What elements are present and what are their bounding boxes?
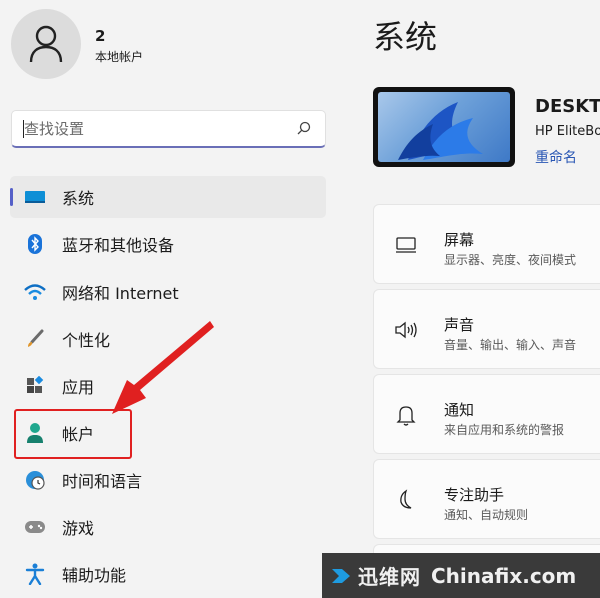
card-title: 专注助手 [444,486,505,504]
search-input[interactable] [24,119,284,139]
card-subtitle: 来自应用和系统的警报 [444,423,565,437]
display-icon [24,186,46,208]
sidebar-item-label: 辅助功能 [62,566,127,585]
chinafix-logo-icon [332,568,350,583]
settings-card-notifications[interactable]: 通知 来自应用和系统的警报 [373,374,600,454]
apps-icon [24,375,46,397]
sidebar-item-gaming[interactable]: 游戏 [10,506,326,548]
rename-link[interactable]: 重命名 [535,147,577,167]
card-subtitle: 音量、输出、输入、声音 [444,338,577,352]
sidebar-item-time-language[interactable]: 时间和语言 [10,459,326,501]
card-title: 屏幕 [444,231,475,249]
watermark: 迅维网 Chinafix.com [322,553,600,598]
windows-bloom-icon [398,102,483,160]
user-name: 2 [95,27,106,45]
speaker-icon [394,318,418,342]
active-indicator [10,188,13,206]
sidebar-item-system[interactable]: 系统 [10,176,326,218]
globe-clock-icon [24,469,46,491]
settings-card-focus-assist[interactable]: 专注助手 通知、自动规则 [373,459,600,539]
sidebar-item-network[interactable]: 网络和 Internet [10,271,326,313]
sidebar-item-bluetooth[interactable]: 蓝牙和其他设备 [10,223,326,265]
page-title: 系统 [373,18,438,56]
wifi-icon [24,281,46,303]
accessibility-icon [24,563,46,585]
settings-card-sound[interactable]: 声音 音量、输出、输入、声音 [373,289,600,369]
sidebar-item-label: 网络和 Internet [62,284,179,303]
annotation-arrow-icon [112,321,214,414]
card-title: 通知 [444,401,475,419]
avatar[interactable] [11,9,81,79]
settings-card-display[interactable]: 屏幕 显示器、亮度、夜间模式 [373,204,600,284]
account-type: 本地帐户 [95,50,144,64]
moon-icon [394,488,418,512]
search-icon[interactable] [297,121,311,135]
card-subtitle: 通知、自动规则 [444,508,529,522]
brush-icon [24,328,46,350]
card-subtitle: 显示器、亮度、夜间模式 [444,253,577,267]
watermark-cn: 迅维网 [358,565,421,589]
bell-icon [394,403,418,427]
watermark-en: Chinafix.com [431,563,577,588]
sidebar-item-label: 游戏 [62,519,95,538]
gamepad-icon [24,516,46,538]
device-name: DESKTO [535,96,600,117]
sidebar-item-label: 时间和语言 [62,472,143,491]
device-thumbnail [373,87,515,167]
card-title: 声音 [444,316,475,334]
device-model: HP EliteBo [535,124,600,139]
user-icon [29,25,63,63]
monitor-icon [394,233,418,257]
search-box[interactable] [11,110,326,148]
sidebar-item-label: 系统 [62,189,95,208]
bluetooth-icon [24,233,46,255]
sidebar-item-label: 蓝牙和其他设备 [62,236,175,255]
sidebar-item-accessibility[interactable]: 辅助功能 [10,553,326,595]
sidebar-item-label: 应用 [62,378,95,397]
